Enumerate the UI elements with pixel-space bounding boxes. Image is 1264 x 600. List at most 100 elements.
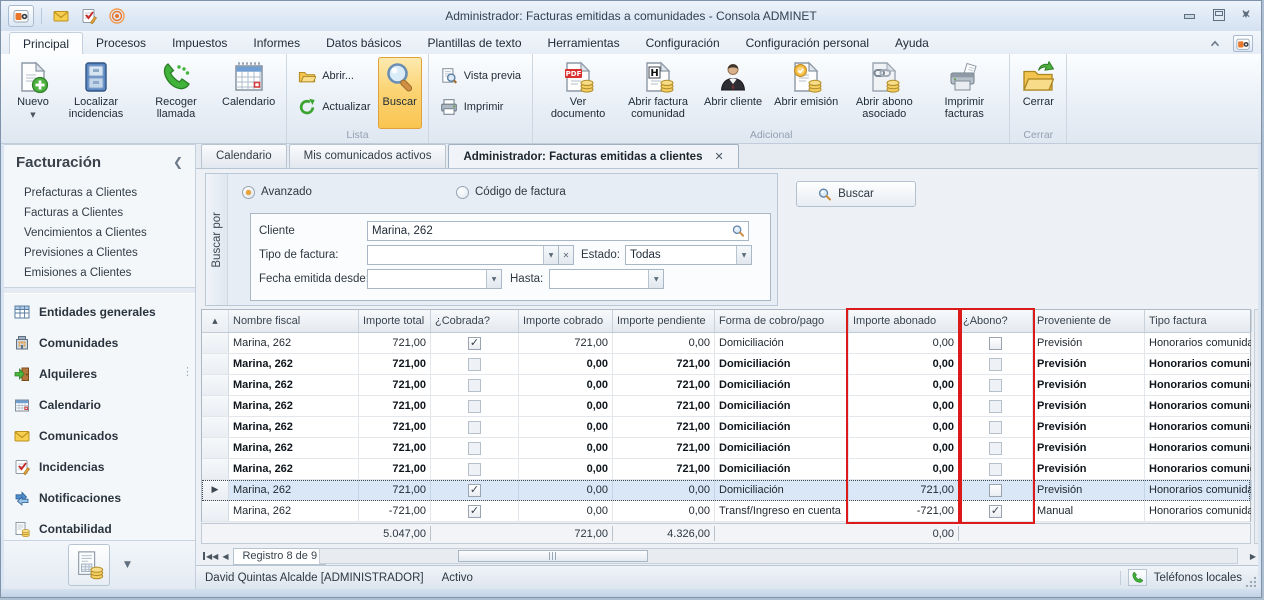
close-tab-icon[interactable]: ✕ bbox=[714, 146, 723, 168]
local-phones-button[interactable] bbox=[1128, 569, 1147, 586]
app-menu-button[interactable] bbox=[8, 5, 34, 27]
cliente-input[interactable]: Marina, 262 bbox=[367, 221, 749, 241]
menu-tab-procesos[interactable]: Procesos bbox=[83, 32, 159, 54]
checkbox-cobrada[interactable] bbox=[468, 421, 481, 434]
sidebar-resize-grip-icon[interactable]: ⋮ bbox=[182, 370, 193, 374]
column-header-pendiente[interactable]: Importe pendiente bbox=[613, 310, 715, 332]
table-row[interactable]: Marina, 262721,000,00721,00Domiciliación… bbox=[202, 375, 1250, 396]
column-header-total[interactable]: Importe total bbox=[359, 310, 431, 332]
first-record-icon[interactable]: ◀◀ bbox=[201, 548, 220, 564]
checkbox-cobrada[interactable] bbox=[468, 400, 481, 413]
quick-access-broadcast-icon[interactable] bbox=[105, 5, 129, 27]
ribbon-button-calendario[interactable]: Calendario bbox=[217, 57, 280, 129]
ribbon-app-icon[interactable] bbox=[1233, 35, 1253, 52]
ribbon-button-cerrar[interactable]: Cerrar bbox=[1016, 57, 1060, 129]
menu-tab-principal[interactable]: Principal bbox=[9, 32, 83, 54]
ribbon-button-recoger-llamada[interactable]: Recoger llamada bbox=[137, 57, 215, 129]
checkbox-abono[interactable] bbox=[989, 421, 1002, 434]
menu-tab-plantillas-de-texto[interactable]: Plantillas de texto bbox=[414, 32, 534, 54]
lookup-search-icon[interactable] bbox=[731, 224, 745, 238]
sidebar-item-comunicados[interactable]: Comunicados bbox=[4, 420, 195, 451]
ribbon-button-actualizar[interactable]: Actualizar bbox=[294, 96, 374, 118]
minimize-button[interactable] bbox=[1183, 9, 1196, 20]
ribbon-button-ver-documento[interactable]: PDFVer documento bbox=[539, 57, 617, 129]
sidebar-item-alquileres[interactable]: Alquileres bbox=[4, 358, 195, 389]
ribbon-button-abrir-factura-comunidad[interactable]: HAbrir factura comunidad bbox=[619, 57, 697, 129]
column-header-cobrado[interactable]: Importe cobrado bbox=[519, 310, 613, 332]
ribbon-button-abrir-emision[interactable]: Abrir emisión bbox=[769, 57, 843, 129]
doc-tab-administrador-facturas-emitidas-a-clientes[interactable]: Administrador: Facturas emitidas a clien… bbox=[448, 144, 738, 168]
chevron-down-icon[interactable]: ▼ bbox=[543, 246, 558, 264]
radio-avanzado[interactable]: Avanzado bbox=[242, 184, 312, 200]
collapse-ribbon-icon[interactable] bbox=[1205, 35, 1225, 52]
configure-buttons-icon[interactable]: ▼ bbox=[124, 560, 131, 570]
sidebar-splitter[interactable] bbox=[4, 287, 195, 294]
sidebar-link-facturas-a-clientes[interactable]: Facturas a Clientes bbox=[24, 203, 191, 223]
invoices-module-button[interactable] bbox=[68, 544, 110, 586]
sidebar-item-entidades-generales[interactable]: Entidades generales bbox=[4, 296, 195, 327]
ribbon-button-abrir-cliente[interactable]: Abrir cliente bbox=[699, 57, 767, 129]
chevron-down-icon[interactable]: ▼ bbox=[648, 270, 663, 288]
column-header-nombre[interactable]: Nombre fiscal bbox=[229, 310, 359, 332]
checkbox-cobrada[interactable] bbox=[468, 379, 481, 392]
ribbon-button-localizar-incidencias[interactable]: Localizar incidencias bbox=[57, 57, 135, 129]
checkbox-cobrada[interactable] bbox=[468, 442, 481, 455]
doc-tab-mis-comunicados-activos[interactable]: Mis comunicados activos bbox=[289, 144, 447, 168]
hasta-combo[interactable]: ▼ bbox=[549, 269, 664, 289]
sidebar-link-vencimientos-a-clientes[interactable]: Vencimientos a Clientes bbox=[24, 223, 191, 243]
scroll-right-icon[interactable]: ▶ bbox=[1248, 548, 1258, 564]
checkbox-cobrada[interactable] bbox=[468, 337, 481, 350]
checkbox-abono[interactable] bbox=[989, 337, 1002, 350]
sidebar-item-notificaciones[interactable]: Notificaciones bbox=[4, 482, 195, 513]
menu-tab-herramientas[interactable]: Herramientas bbox=[535, 32, 633, 54]
checkbox-cobrada[interactable] bbox=[468, 505, 481, 518]
sidebar-link-prefacturas-a-clientes[interactable]: Prefacturas a Clientes bbox=[24, 183, 191, 203]
column-header-cobrada[interactable]: ¿Cobrada? bbox=[431, 310, 519, 332]
previous-record-icon[interactable]: ◀ bbox=[220, 548, 230, 564]
menu-tab-ayuda[interactable]: Ayuda bbox=[882, 32, 942, 54]
checkbox-abono[interactable] bbox=[989, 463, 1002, 476]
radio-codigo-de-factura[interactable]: Código de factura bbox=[456, 184, 566, 200]
sidebar-link-previsiones-a-clientes[interactable]: Previsiones a Clientes bbox=[24, 243, 191, 263]
column-header-abonado[interactable]: Importe abonado bbox=[849, 310, 959, 332]
ribbon-button-vista-previa[interactable]: Vista previa bbox=[436, 65, 525, 87]
collapse-sidebar-icon[interactable]: ❮ bbox=[173, 155, 183, 169]
column-header-abono[interactable]: ¿Abono? bbox=[959, 310, 1033, 332]
checkbox-abono[interactable] bbox=[989, 400, 1002, 413]
table-row[interactable]: Marina, 262721,000,00721,00Domiciliación… bbox=[202, 354, 1250, 375]
checkbox-cobrada[interactable] bbox=[468, 463, 481, 476]
ribbon-button-imprimir-facturas[interactable]: Imprimir facturas bbox=[925, 57, 1003, 129]
sidebar-item-comunidades[interactable]: Comunidades bbox=[4, 327, 195, 358]
menu-tab-datos-basicos[interactable]: Datos básicos bbox=[313, 32, 414, 54]
table-row[interactable]: Marina, 262-721,000,000,00Transf/Ingreso… bbox=[202, 501, 1250, 522]
checkbox-abono[interactable] bbox=[989, 505, 1002, 518]
checkbox-abono[interactable] bbox=[989, 379, 1002, 392]
ribbon-button-nuevo[interactable]: Nuevo▼ bbox=[11, 57, 55, 129]
quick-access-mail-icon[interactable] bbox=[49, 5, 73, 27]
sidebar-item-calendario[interactable]: Calendario bbox=[4, 389, 195, 420]
column-header-tipo[interactable]: Tipo factura bbox=[1145, 310, 1252, 332]
chevron-down-icon[interactable]: ▼ bbox=[736, 246, 751, 264]
table-row[interactable]: Marina, 262721,000,00721,00Domiciliación… bbox=[202, 438, 1250, 459]
buscar-button[interactable]: Buscar bbox=[796, 181, 916, 207]
restore-button[interactable] bbox=[1212, 9, 1225, 20]
column-header-forma[interactable]: Forma de cobro/pago bbox=[715, 310, 849, 332]
menu-tab-impuestos[interactable]: Impuestos bbox=[159, 32, 240, 54]
window-resize-grip[interactable] bbox=[1245, 576, 1256, 587]
table-row[interactable]: Marina, 262721,000,00721,00Domiciliación… bbox=[202, 396, 1250, 417]
ribbon-button-abrir[interactable]: Abrir... bbox=[294, 65, 374, 87]
menu-tab-configuracion[interactable]: Configuración bbox=[633, 32, 733, 54]
table-row[interactable]: Marina, 262721,00721,000,00Domiciliación… bbox=[202, 333, 1250, 354]
column-header-proveniente[interactable]: Proveniente de bbox=[1033, 310, 1145, 332]
sidebar-item-incidencias[interactable]: Incidencias bbox=[4, 451, 195, 482]
checkbox-abono[interactable] bbox=[989, 484, 1002, 497]
ribbon-button-imprimir[interactable]: Imprimir bbox=[436, 96, 525, 118]
fecha-desde-combo[interactable]: ▼ bbox=[367, 269, 502, 289]
checkbox-cobrada[interactable] bbox=[468, 484, 481, 497]
ribbon-button-buscar[interactable]: Buscar bbox=[378, 57, 422, 129]
menu-tab-configuracion-personal[interactable]: Configuración personal bbox=[733, 32, 882, 54]
checkbox-cobrada[interactable] bbox=[468, 358, 481, 371]
estado-combo[interactable]: Todas ▼ bbox=[625, 245, 752, 265]
ribbon-button-abrir-abono-asociado[interactable]: Abrir abono asociado bbox=[845, 57, 923, 129]
menu-tab-informes[interactable]: Informes bbox=[240, 32, 313, 54]
